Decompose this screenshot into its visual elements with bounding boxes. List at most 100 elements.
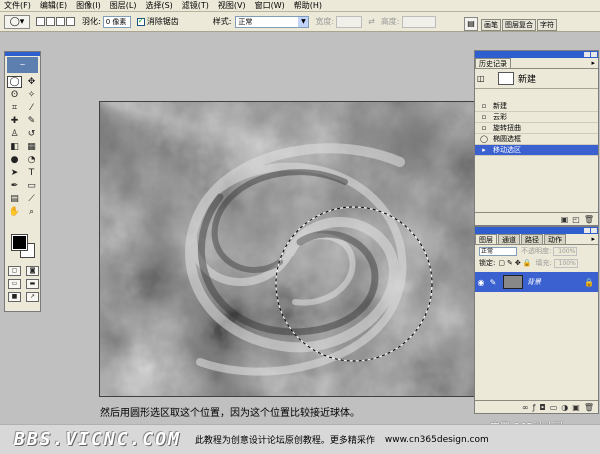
tab-layers[interactable]: 图层 bbox=[475, 234, 497, 244]
minimize-icon[interactable] bbox=[584, 52, 590, 57]
zoom-tool-icon[interactable]: ⌕ bbox=[24, 206, 39, 218]
history-step[interactable]: ◯ 椭圆选框 bbox=[475, 134, 598, 145]
menu-bar: 文件(F) 编辑(E) 图像(I) 图层(L) 选择(S) 滤镜(T) 视图(V… bbox=[0, 0, 600, 12]
menu-edit[interactable]: 编辑(E) bbox=[40, 0, 67, 12]
new-selection-button[interactable] bbox=[36, 17, 45, 26]
history-brush-source-icon[interactable]: ◫ bbox=[477, 74, 486, 83]
antialias-label: 消除锯齿 bbox=[146, 17, 179, 26]
layer-row-background[interactable]: ◉ ✎ 背景 🔒 bbox=[475, 272, 598, 292]
shape-tool-icon[interactable]: ▭ bbox=[24, 180, 39, 192]
ellipse-step-icon: ◯ bbox=[480, 135, 488, 143]
path-selection-icon[interactable]: ➤ bbox=[7, 167, 22, 179]
tab-history[interactable]: 历史记录 bbox=[475, 58, 511, 68]
clone-stamp-icon[interactable]: ♙ bbox=[7, 128, 22, 140]
gradient-tool-icon[interactable]: ▦ bbox=[24, 141, 39, 153]
history-step-active[interactable]: ▸ 移动选区 bbox=[475, 145, 598, 156]
tab-channels[interactable]: 通道 bbox=[498, 234, 520, 244]
intersect-selection-button[interactable] bbox=[66, 17, 75, 26]
tab-actions[interactable]: 动作 bbox=[544, 234, 566, 244]
menu-image[interactable]: 图像(I) bbox=[76, 0, 101, 12]
trash-icon[interactable]: 🗑 bbox=[584, 403, 594, 412]
layer-mask-icon[interactable]: ◘ bbox=[539, 403, 545, 412]
brush-icon[interactable]: ✎ bbox=[487, 278, 499, 287]
subtract-selection-button[interactable] bbox=[56, 17, 65, 26]
antialias-checkbox[interactable] bbox=[136, 16, 145, 26]
eraser-tool-icon[interactable]: ◧ bbox=[7, 141, 22, 153]
fill-input[interactable]: 100% bbox=[553, 258, 578, 268]
move-tool-icon[interactable]: ✥ bbox=[24, 76, 39, 88]
well-tab-character[interactable]: 字符 bbox=[537, 19, 557, 31]
menu-filter[interactable]: 滤镜(T) bbox=[182, 0, 209, 12]
standard-mode-icon[interactable]: ▢ bbox=[8, 266, 21, 276]
dodge-tool-icon[interactable]: ◔ bbox=[24, 154, 39, 166]
panel-menu-icon[interactable]: ▸ bbox=[591, 234, 598, 244]
menu-file[interactable]: 文件(F) bbox=[4, 0, 31, 12]
close-icon[interactable] bbox=[591, 52, 597, 57]
history-snapshot[interactable]: ◫ 新建 bbox=[475, 69, 598, 89]
new-set-icon[interactable]: ▭ bbox=[550, 403, 558, 412]
quickmask-mode-icon[interactable]: ◙ bbox=[26, 266, 39, 276]
height-input[interactable] bbox=[401, 15, 436, 28]
layer-style-icon[interactable]: ƒ bbox=[533, 403, 536, 412]
width-input[interactable] bbox=[336, 15, 363, 28]
new-layer-icon[interactable]: ▣ bbox=[572, 403, 580, 412]
menu-view[interactable]: 视图(V) bbox=[218, 0, 246, 12]
lock-all-icon[interactable]: 🔒 bbox=[523, 259, 532, 267]
marquee-tool-icon[interactable]: ◯ bbox=[7, 76, 22, 88]
new-snapshot-icon[interactable]: ◰ bbox=[572, 215, 580, 224]
lock-image-icon[interactable]: ✎ bbox=[507, 259, 513, 267]
lasso-tool-icon[interactable]: ʘ bbox=[7, 89, 22, 101]
panel-menu-icon[interactable]: ▸ bbox=[591, 58, 598, 68]
hand-tool-icon[interactable]: ✋ bbox=[7, 206, 22, 218]
menu-select[interactable]: 选择(S) bbox=[145, 0, 172, 12]
magic-wand-tool-icon[interactable]: ✧ bbox=[24, 89, 39, 101]
menu-layer[interactable]: 图层(L) bbox=[110, 0, 137, 12]
foreground-color-swatch[interactable] bbox=[11, 234, 28, 251]
lock-transparency-icon[interactable]: ▢ bbox=[498, 259, 505, 267]
menu-window[interactable]: 窗口(W) bbox=[255, 0, 285, 12]
type-tool-icon[interactable]: T bbox=[24, 167, 39, 179]
screen-mode-black-icon[interactable]: ■ bbox=[8, 292, 21, 302]
layers-panel-titlebar[interactable] bbox=[475, 227, 598, 234]
trash-icon[interactable]: 🗑 bbox=[584, 215, 594, 224]
screen-mode-standard-icon[interactable]: ▭ bbox=[8, 279, 21, 289]
well-tab-brushes[interactable]: 画笔 bbox=[481, 19, 501, 31]
new-document-icon[interactable]: ▣ bbox=[561, 215, 569, 224]
history-step[interactable]: ▫ 云彩 bbox=[475, 112, 598, 123]
eyedropper-tool-icon[interactable]: ⟋ bbox=[24, 193, 39, 205]
lock-position-icon[interactable]: ✥ bbox=[515, 259, 521, 267]
blur-tool-icon[interactable]: ● bbox=[7, 154, 22, 166]
tool-preset-picker[interactable]: ◯▾ bbox=[4, 14, 30, 29]
eye-icon[interactable]: ◉ bbox=[475, 278, 487, 287]
tab-paths[interactable]: 路径 bbox=[521, 234, 543, 244]
jump-to-imageready-icon[interactable]: ↗ bbox=[26, 292, 39, 302]
well-tab-layer-comps[interactable]: 图层复合 bbox=[502, 19, 536, 31]
history-brush-icon[interactable]: ↺ bbox=[24, 128, 39, 140]
opacity-input[interactable]: 100% bbox=[553, 246, 578, 256]
feather-input[interactable]: 0 像素 bbox=[102, 15, 131, 28]
style-select[interactable]: 正常 ▼ bbox=[235, 15, 310, 28]
menu-help[interactable]: 帮助(H) bbox=[294, 0, 322, 12]
screen-mode-full-icon[interactable]: ▬ bbox=[26, 279, 39, 289]
notes-tool-icon[interactable]: ▤ bbox=[7, 193, 22, 205]
toolbox-titlebar[interactable] bbox=[5, 52, 40, 56]
slice-tool-icon[interactable]: ⁄ bbox=[24, 102, 39, 114]
crop-tool-icon[interactable]: ⌗ bbox=[7, 102, 22, 114]
history-panel-titlebar[interactable] bbox=[475, 51, 598, 58]
document-canvas[interactable] bbox=[99, 101, 477, 397]
pen-tool-icon[interactable]: ✒ bbox=[7, 180, 22, 192]
file-browser-icon[interactable]: ▤ bbox=[464, 17, 478, 31]
history-step[interactable]: ▫ 新建 bbox=[475, 101, 598, 112]
swap-icon[interactable]: ⇄ bbox=[368, 17, 375, 26]
history-step[interactable]: ▫ 旋转扭曲 bbox=[475, 123, 598, 134]
minimize-icon[interactable] bbox=[584, 228, 590, 233]
link-layers-icon[interactable]: ∞ bbox=[522, 403, 529, 412]
close-icon[interactable] bbox=[591, 228, 597, 233]
adjustment-layer-icon[interactable]: ◑ bbox=[561, 403, 568, 412]
photoshop-logo[interactable]: ~ bbox=[7, 57, 38, 73]
healing-brush-icon[interactable]: ✚ bbox=[7, 115, 22, 127]
blend-mode-select[interactable]: 正常 bbox=[479, 246, 517, 256]
add-selection-button[interactable] bbox=[46, 17, 55, 26]
footer-url[interactable]: www.cn365design.com bbox=[385, 435, 489, 445]
brush-tool-icon[interactable]: ✎ bbox=[24, 115, 39, 127]
